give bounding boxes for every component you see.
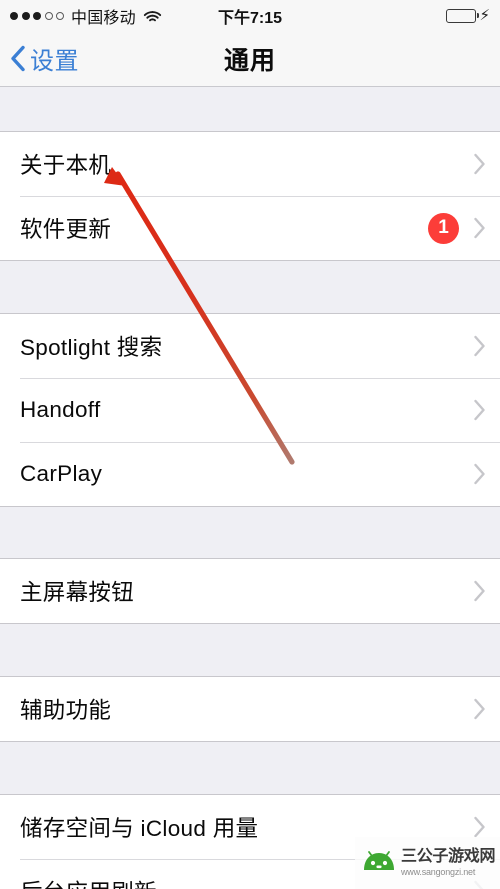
settings-row-software-update[interactable]: 软件更新 1 [0,196,500,260]
carrier-label: 中国移动 [71,9,136,27]
row-label: 关于本机 [20,153,112,178]
chevron-right-icon [473,153,486,175]
chevron-right-icon [473,816,486,838]
row-label: 辅助功能 [20,698,112,723]
row-accessory [473,580,486,602]
chevron-right-icon [473,217,486,239]
watermark: 三公子游戏网 www.sangongzi.net [355,837,500,889]
settings-group-2: Spotlight 搜索 Handoff CarPlay [0,313,500,507]
row-accessory [473,335,486,357]
row-label: Spotlight 搜索 [20,335,163,360]
android-robot-icon [364,851,394,870]
battery-icon [446,8,480,23]
navigation-bar: 设置 通用 [0,31,500,87]
chevron-right-icon [473,698,486,720]
chevron-left-icon [10,45,26,72]
chevron-right-icon [473,335,486,357]
section-gap [0,507,500,558]
chevron-right-icon [473,399,486,421]
row-label: Handoff [20,397,101,422]
status-bar-right: ⚡ [446,8,490,23]
row-label: 软件更新 [20,217,112,242]
watermark-url: www.sangongzi.net [401,867,476,877]
settings-group-3: 主屏幕按钮 [0,558,500,624]
lightning-bolt-icon: ⚡ [479,7,490,24]
settings-row-handoff[interactable]: Handoff [0,378,500,442]
chevron-right-icon [473,463,486,485]
watermark-text: 三公子游戏网 www.sangongzi.net [401,848,496,877]
back-button-label: 设置 [30,48,79,75]
status-bar: 中国移动 下午7:15 ⚡ [0,0,500,31]
settings-group-4: 辅助功能 [0,676,500,742]
chevron-right-icon [473,580,486,602]
settings-row-carplay[interactable]: CarPlay [0,442,500,506]
row-accessory [473,399,486,421]
section-gap [0,261,500,313]
watermark-title: 三公子游戏网 [401,848,496,865]
section-gap [0,87,500,131]
section-gap [0,624,500,676]
settings-row-about[interactable]: 关于本机 [0,132,500,196]
row-label: CarPlay [20,461,103,486]
row-accessory [473,153,486,175]
status-bar-left: 中国移动 [10,4,162,28]
settings-list[interactable]: 关于本机 软件更新 1 Spotlight 搜索 Handoff CarPlay… [0,87,500,889]
row-accessory [473,816,486,838]
row-accessory [473,698,486,720]
row-accessory: 1 [428,212,486,244]
wifi-icon [143,9,162,23]
settings-row-accessibility[interactable]: 辅助功能 [0,677,500,741]
section-gap [0,742,500,794]
back-button[interactable]: 设置 [0,41,79,76]
settings-group-1: 关于本机 软件更新 1 [0,131,500,261]
row-accessory [473,463,486,485]
row-label: 主屏幕按钮 [20,580,135,605]
status-badge: 1 [428,212,459,244]
settings-row-spotlight-search[interactable]: Spotlight 搜索 [0,314,500,378]
cellular-signal-icon [10,11,64,20]
settings-row-home-button[interactable]: 主屏幕按钮 [0,559,500,623]
